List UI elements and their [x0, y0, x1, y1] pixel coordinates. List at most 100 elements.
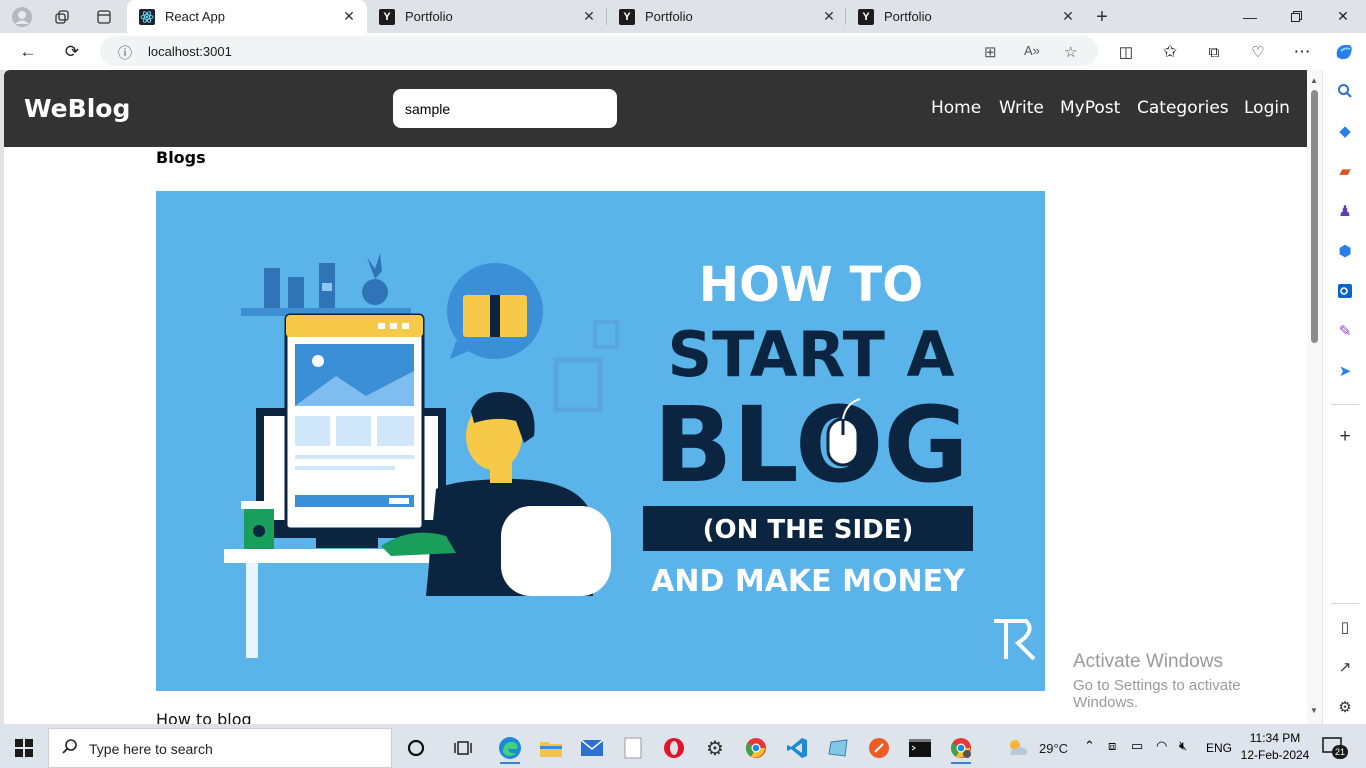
games-icon[interactable]: ♟	[1333, 199, 1357, 223]
chrome-icon[interactable]	[740, 732, 772, 764]
settings-gear-icon[interactable]: ⚙	[1333, 695, 1357, 719]
clock-time: 11:34 PM	[1249, 731, 1301, 745]
tab-title: Portfolio	[405, 9, 453, 24]
terminal-icon[interactable]	[904, 732, 936, 764]
drop-send-icon[interactable]: ➤	[1333, 359, 1357, 383]
edge-taskbar-icon[interactable]	[494, 732, 526, 764]
back-icon[interactable]: ←	[14, 38, 42, 66]
favorite-star-icon[interactable]: ☆	[1064, 43, 1077, 61]
close-tab-icon[interactable]: ✕	[341, 8, 357, 25]
address-bar[interactable]: ⓘ localhost:3001 ⊞ A» ☆	[100, 36, 1098, 66]
tab-portfolio-2[interactable]: Y Portfolio ✕	[607, 0, 847, 33]
minimize-icon[interactable]: —	[1227, 0, 1273, 33]
url-text[interactable]: localhost:3001	[148, 44, 232, 59]
notification-count: 21	[1332, 745, 1348, 759]
profile-icon[interactable]	[10, 5, 34, 29]
speaker-muted-icon[interactable]: 🔇︎	[1179, 738, 1187, 754]
task-view-icon[interactable]	[447, 732, 479, 764]
scroll-down-arrow[interactable]: ▼	[1310, 706, 1318, 715]
y-icon: Y	[858, 8, 874, 25]
edge-sidebar: ◆ ▰ ♟ ⬢ ✎ ➤ + ▯ ↗ ⚙	[1322, 70, 1366, 724]
site-brand[interactable]: WeBlog	[24, 94, 130, 123]
split-screen-icon[interactable]: ◫	[1112, 38, 1140, 66]
nav-login[interactable]: Login	[1244, 98, 1290, 118]
r-logo-mark	[994, 619, 1036, 661]
restore-icon[interactable]	[1273, 0, 1319, 33]
workspaces-icon[interactable]	[50, 5, 74, 29]
watermark-line2: Go to Settings to activate Windows.	[1073, 677, 1241, 711]
post-title[interactable]: How to blog	[156, 710, 252, 724]
nav-mypost[interactable]: MyPost	[1060, 98, 1120, 118]
favorites-icon[interactable]: ✩	[1156, 38, 1184, 66]
refresh-icon[interactable]: ⟳	[58, 38, 86, 66]
close-tab-icon[interactable]: ✕	[1060, 8, 1076, 25]
add-sidebar-app-icon[interactable]: +	[1333, 425, 1357, 449]
opera-icon[interactable]	[658, 732, 690, 764]
designer-icon[interactable]: ✎	[1333, 319, 1357, 343]
more-menu-icon[interactable]: ⋯	[1288, 38, 1316, 66]
browser-essentials-icon[interactable]: ♡	[1244, 38, 1272, 66]
mail-icon[interactable]	[576, 732, 608, 764]
nav-categories[interactable]: Categories	[1137, 98, 1229, 118]
language-indicator[interactable]: ENG	[1206, 741, 1232, 755]
image-line4: (ON THE SIDE)	[703, 515, 914, 545]
close-window-icon[interactable]: ✕	[1320, 0, 1366, 33]
app-available-icon[interactable]: ⊞	[984, 43, 997, 61]
chevron-up-icon[interactable]: ⌃	[1084, 738, 1095, 754]
start-button[interactable]	[0, 728, 48, 768]
devices-icon[interactable]: ⧈	[1108, 738, 1116, 754]
notifications-button[interactable]: 21	[1322, 737, 1348, 759]
weather-temp[interactable]: 29°C	[1039, 741, 1068, 756]
tab-portfolio-1[interactable]: Y Portfolio ✕	[367, 0, 607, 33]
scroll-thumb[interactable]	[1311, 90, 1318, 343]
battery-icon[interactable]: ▭	[1131, 738, 1143, 754]
nav-home[interactable]: Home	[931, 98, 981, 118]
search-icon	[61, 738, 79, 761]
wifi-icon[interactable]: ◠	[1156, 738, 1167, 754]
tools-briefcase-icon[interactable]: ▰	[1333, 159, 1357, 183]
outlook-icon[interactable]	[1333, 279, 1357, 303]
react-icon	[139, 8, 155, 25]
page-scrollbar[interactable]: ▲ ▼	[1307, 70, 1322, 724]
taskbar-search-box[interactable]: Type here to search	[48, 728, 392, 768]
nav-write[interactable]: Write	[999, 98, 1044, 118]
notepad-icon[interactable]	[617, 732, 649, 764]
tab-react-app[interactable]: React App ✕	[127, 0, 367, 33]
close-tab-icon[interactable]: ✕	[581, 8, 597, 25]
copilot-icon[interactable]	[1330, 38, 1358, 66]
cortana-icon[interactable]	[400, 732, 432, 764]
sidebar-separator	[1331, 404, 1359, 405]
new-tab-icon[interactable]: +	[1090, 5, 1114, 29]
tab-actions-icon[interactable]	[92, 5, 116, 29]
collections-icon[interactable]: ⧉	[1200, 38, 1228, 66]
site-search-input[interactable]	[393, 89, 617, 128]
post-image[interactable]: HOW TO START A BLOG (ON THE SIDE) AND MA…	[156, 191, 1045, 691]
site-info-icon[interactable]: ⓘ	[118, 43, 132, 63]
windows-taskbar: Type here to search ⚙ 29°C ⌃ ⧈ ▭ ◠ 🔇︎ EN…	[0, 728, 1366, 768]
site-navbar: WeBlog Home Write MyPost Categories Logi…	[4, 70, 1307, 147]
weather-icon[interactable]	[1002, 732, 1034, 764]
settings-gear-icon[interactable]: ⚙	[699, 732, 731, 764]
activate-windows-watermark: Activate Windows Go to Settings to activ…	[1073, 651, 1307, 711]
clock[interactable]: 11:34 PM 12-Feb-2024	[1240, 731, 1310, 762]
image-line2: START A	[668, 318, 955, 391]
tab-portfolio-3[interactable]: Y Portfolio ✕	[846, 0, 1086, 33]
tab-title: Portfolio	[645, 9, 693, 24]
clock-date: 12-Feb-2024	[1240, 748, 1310, 762]
tab-title: Portfolio	[884, 9, 932, 24]
open-external-icon[interactable]: ↗	[1333, 655, 1357, 679]
file-explorer-icon[interactable]	[535, 732, 567, 764]
active-app-indicator	[951, 762, 971, 764]
shopping-tag-icon[interactable]: ◆	[1333, 119, 1357, 143]
read-aloud-icon[interactable]: A»	[1024, 43, 1040, 58]
search-icon[interactable]	[1333, 79, 1357, 103]
scroll-up-arrow[interactable]: ▲	[1310, 76, 1318, 85]
hide-sidebar-icon[interactable]: ▯	[1333, 615, 1357, 639]
close-tab-icon[interactable]: ✕	[821, 8, 837, 25]
chrome-profile-icon[interactable]	[945, 732, 977, 764]
postman-icon[interactable]	[863, 732, 895, 764]
microsoft-365-icon[interactable]: ⬢	[1333, 239, 1357, 263]
vscode-icon[interactable]	[781, 732, 813, 764]
image-line5: AND MAKE MONEY	[651, 564, 966, 599]
sticky-app-icon[interactable]	[822, 732, 854, 764]
